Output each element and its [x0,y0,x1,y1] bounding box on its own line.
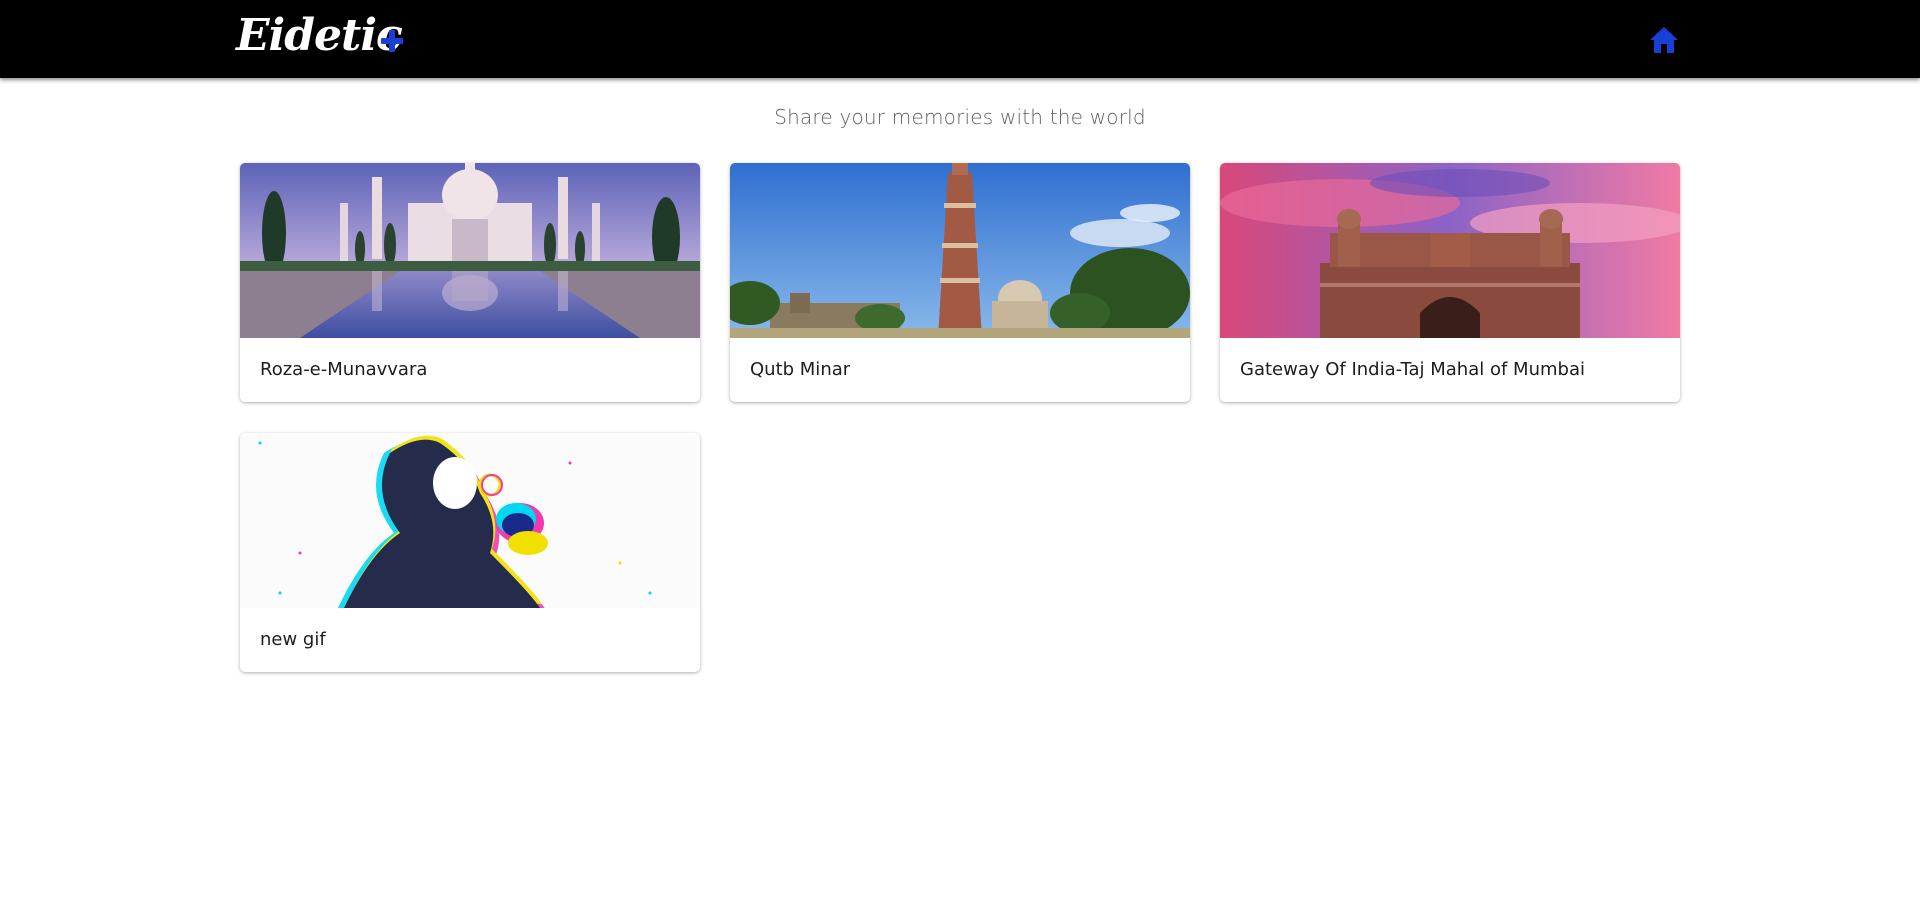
brand-logo[interactable]: Eidetic [236,6,403,66]
cartoon-gif [240,433,700,608]
qutb-minar-photo [730,163,1190,338]
home-button[interactable] [1648,24,1680,56]
add-memory-button[interactable] [378,27,406,55]
memory-title: Roza-e-Munavvara [260,359,428,380]
memory-title: new gif [260,629,326,650]
memory-title: Qutb Minar [750,359,851,380]
memory-card[interactable]: Roza-e-Munavvara [240,163,700,402]
gateway-of-india-photo [1220,163,1680,338]
page-tagline: Share your memories with the world [774,105,1146,129]
memory-title: Gateway Of India-Taj Mahal of Mumbai [1240,359,1585,380]
taj-mahal-photo [240,163,700,338]
memory-card[interactable]: Gateway Of India-Taj Mahal of Mumbai [1220,163,1680,402]
home-icon [1650,27,1678,53]
memory-card[interactable]: new gif [240,433,700,672]
navbar: Eidetic [0,0,1920,78]
plus-icon [381,30,403,52]
memory-card[interactable]: Qutb Minar [730,163,1190,402]
